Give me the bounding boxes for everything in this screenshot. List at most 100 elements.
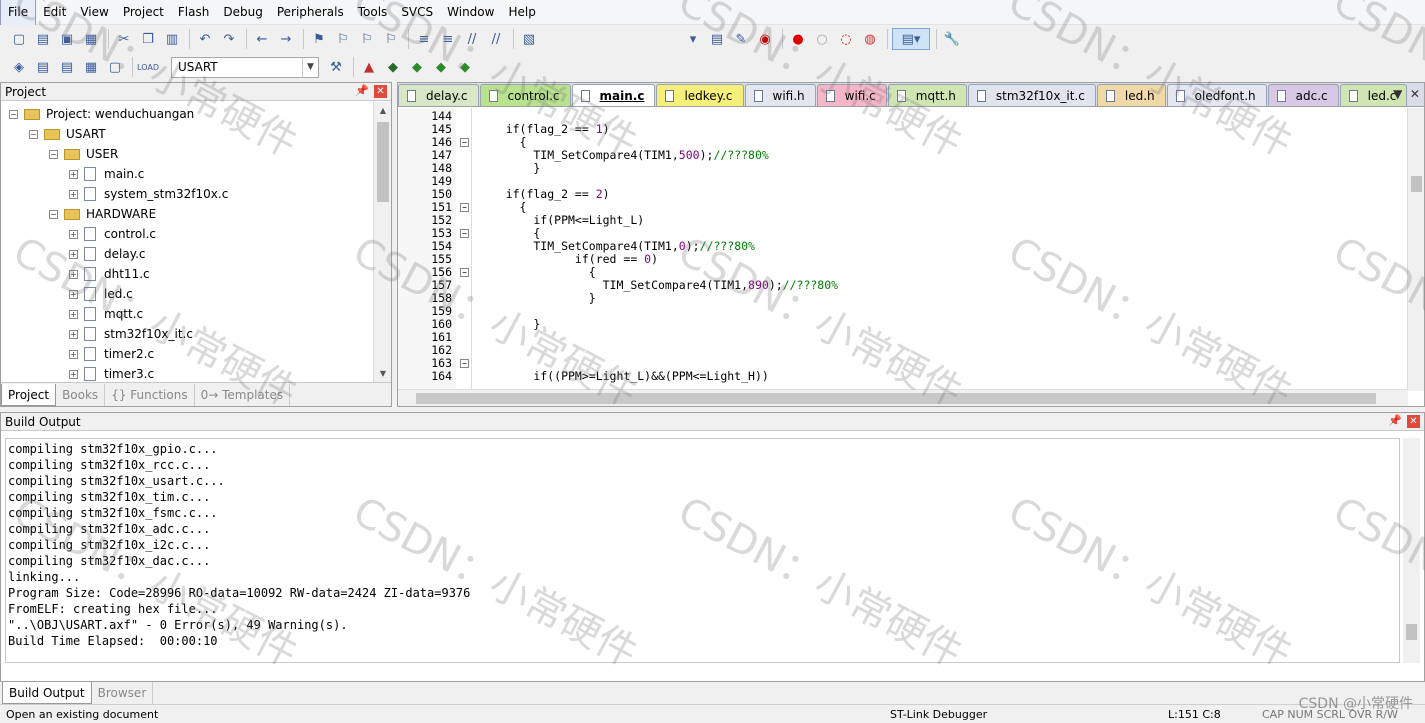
- scroll-up-icon[interactable]: ▲: [374, 102, 392, 119]
- file-tab[interactable]: ledkey.c: [656, 84, 744, 106]
- tab-3[interactable]: 0→ Templates: [195, 383, 291, 406]
- tree-item[interactable]: − USER: [49, 144, 118, 164]
- fold-minus-icon[interactable]: −: [460, 229, 469, 238]
- expand-plus-icon[interactable]: +: [69, 289, 78, 299]
- menu-item-project[interactable]: Project: [116, 0, 171, 25]
- clear-bookmarks-icon[interactable]: ⚐: [380, 28, 402, 50]
- download-icon[interactable]: LOAD: [137, 56, 159, 78]
- next-bookmark-icon[interactable]: ⚐: [356, 28, 378, 50]
- disable-all-breakpoints-icon[interactable]: ◌: [835, 28, 857, 50]
- expand-plus-icon[interactable]: +: [69, 269, 78, 279]
- collapse-minus-icon[interactable]: −: [9, 109, 18, 119]
- configure-icon[interactable]: 🔧: [941, 28, 963, 50]
- disable-breakpoint-icon[interactable]: ○: [811, 28, 833, 50]
- breakpoint-icon[interactable]: ●: [787, 28, 809, 50]
- comment-icon[interactable]: //: [461, 28, 483, 50]
- tree-item[interactable]: + mqtt.c: [69, 304, 143, 324]
- close-icon[interactable]: ✕: [1407, 415, 1420, 428]
- manage-rte-icon[interactable]: ◆: [406, 56, 428, 78]
- file-tab[interactable]: wifi.h: [744, 84, 816, 106]
- prev-bookmark-icon[interactable]: ⚐: [332, 28, 354, 50]
- kill-all-breakpoints-icon[interactable]: ◍: [859, 28, 881, 50]
- editor-horizontal-scrollbar[interactable]: [398, 389, 1408, 406]
- code-area[interactable]: 144 145 146 147 148 149 150 151 152 153 154 155 156 1…: [398, 108, 1408, 391]
- menu-item-flash[interactable]: Flash: [171, 0, 216, 25]
- menu-item-view[interactable]: View: [73, 0, 115, 25]
- pack-installer-icon[interactable]: ◆: [430, 56, 452, 78]
- find-combo-icon[interactable]: ▾: [682, 28, 704, 50]
- tree-item[interactable]: + system_stm32f10x.c: [69, 184, 228, 204]
- tree-item[interactable]: − HARDWARE: [49, 204, 156, 224]
- tab-browser[interactable]: Browser: [92, 682, 154, 704]
- copy-icon[interactable]: ❐: [137, 28, 159, 50]
- menu-item-svcs[interactable]: SVCS: [394, 0, 440, 25]
- collapse-minus-icon[interactable]: −: [49, 209, 58, 219]
- scroll-down-icon[interactable]: ▼: [374, 365, 392, 382]
- build-output-scrollbar[interactable]: [1403, 438, 1420, 663]
- fold-minus-icon[interactable]: −: [460, 268, 469, 277]
- tree-item[interactable]: + stm32f10x_it.c: [69, 324, 193, 344]
- tab-2[interactable]: {} Functions: [105, 383, 195, 406]
- collapse-minus-icon[interactable]: −: [49, 149, 58, 159]
- window-layout-icon[interactable]: ▤▾: [892, 28, 930, 50]
- close-icon[interactable]: ✕: [374, 85, 387, 98]
- pin-icon[interactable]: 📌: [1388, 414, 1402, 427]
- new-file-icon[interactable]: ▢: [8, 28, 30, 50]
- menu-item-help[interactable]: Help: [501, 0, 542, 25]
- target-options-icon[interactable]: ⚒: [325, 56, 347, 78]
- pack-update-icon[interactable]: ◆: [454, 56, 476, 78]
- paste-icon[interactable]: ▥: [161, 28, 183, 50]
- tree-item[interactable]: + timer3.c: [69, 364, 154, 382]
- project-scrollbar[interactable]: ▲ ▼: [373, 102, 391, 382]
- manage-project-items-icon[interactable]: ▲: [358, 56, 380, 78]
- collapse-minus-icon[interactable]: −: [29, 129, 38, 139]
- debug-session-icon[interactable]: ◉: [754, 28, 776, 50]
- expand-plus-icon[interactable]: +: [69, 249, 78, 259]
- menu-item-window[interactable]: Window: [440, 0, 501, 25]
- tab-1[interactable]: Books: [56, 383, 106, 406]
- editor-vertical-scrollbar[interactable]: [1407, 108, 1424, 391]
- file-tab[interactable]: control.c: [479, 84, 571, 106]
- file-tab[interactable]: stm32f10x_it.c: [967, 84, 1096, 106]
- save-all-icon[interactable]: ▦: [80, 28, 102, 50]
- file-tab[interactable]: led.h: [1096, 84, 1166, 106]
- find-icon[interactable]: ▤: [706, 28, 728, 50]
- tree-item[interactable]: + delay.c: [69, 244, 146, 264]
- file-tab[interactable]: delay.c: [398, 84, 479, 106]
- find-in-files-icon[interactable]: ▧: [518, 28, 540, 50]
- pin-icon[interactable]: 📌: [355, 84, 369, 97]
- tree-item[interactable]: + dht11.c: [69, 264, 150, 284]
- menu-item-debug[interactable]: Debug: [216, 0, 269, 25]
- tab-0[interactable]: Project: [1, 383, 57, 406]
- tree-item[interactable]: − Project: wenduchuangan: [9, 104, 194, 124]
- build-output-text[interactable]: compiling stm32f10x_gpio.c... compiling …: [5, 438, 1400, 663]
- fold-minus-icon[interactable]: −: [460, 203, 469, 212]
- batch-build-icon[interactable]: ▦: [80, 56, 102, 78]
- unindent-icon[interactable]: ≡: [437, 28, 459, 50]
- menu-item-edit[interactable]: Edit: [36, 0, 73, 25]
- rebuild-icon[interactable]: ▤: [56, 56, 78, 78]
- redo-icon[interactable]: ↷: [218, 28, 240, 50]
- file-tab[interactable]: wifi.c: [816, 84, 887, 106]
- save-icon[interactable]: ▣: [56, 28, 78, 50]
- tree-item[interactable]: + timer2.c: [69, 344, 154, 364]
- file-tab[interactable]: main.c: [571, 84, 656, 106]
- tree-item[interactable]: − USART: [29, 124, 106, 144]
- tree-item[interactable]: + led.c: [69, 284, 133, 304]
- file-tab[interactable]: adc.c: [1267, 84, 1339, 106]
- expand-plus-icon[interactable]: +: [69, 349, 78, 359]
- menu-item-tools[interactable]: Tools: [351, 0, 395, 25]
- fold-minus-icon[interactable]: −: [460, 138, 469, 147]
- undo-icon[interactable]: ↶: [194, 28, 216, 50]
- file-tab[interactable]: mqtt.h: [887, 84, 967, 106]
- file-tab[interactable]: oledfont.h: [1166, 84, 1267, 106]
- translate-icon[interactable]: ◈: [8, 56, 30, 78]
- expand-plus-icon[interactable]: +: [69, 189, 78, 199]
- expand-plus-icon[interactable]: +: [69, 169, 78, 179]
- expand-plus-icon[interactable]: +: [69, 329, 78, 339]
- tree-item[interactable]: + control.c: [69, 224, 156, 244]
- target-select[interactable]: USART ▼: [171, 56, 319, 78]
- indent-icon[interactable]: ≡: [413, 28, 435, 50]
- expand-plus-icon[interactable]: +: [69, 369, 78, 379]
- uncomment-icon[interactable]: //: [485, 28, 507, 50]
